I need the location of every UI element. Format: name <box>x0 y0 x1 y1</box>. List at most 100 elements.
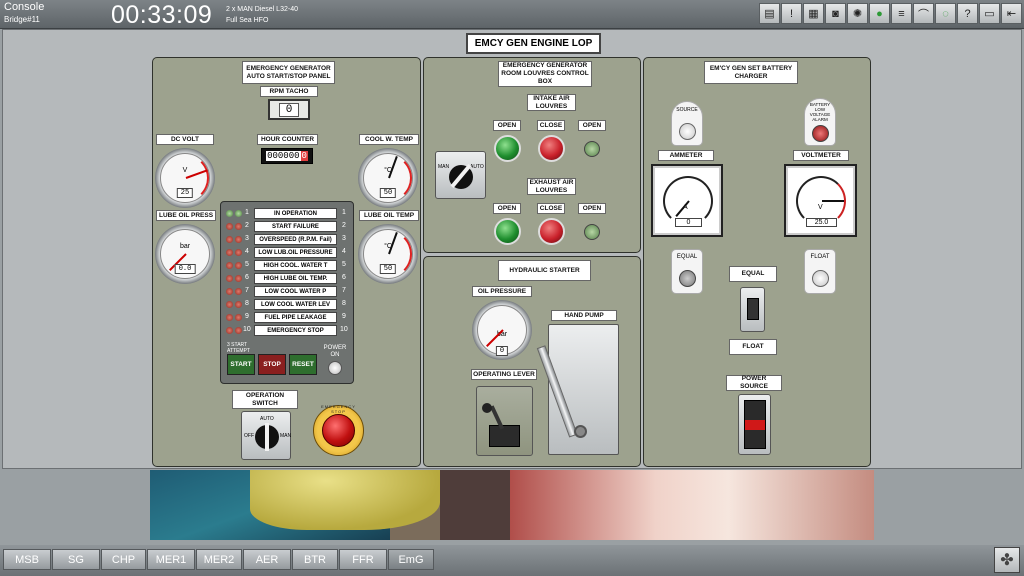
alarm-lamp <box>226 236 233 243</box>
float-lamp-holder: FLOAT <box>804 249 836 294</box>
bottom-bar: MSB SG CHP MER1 MER2 AER BTR FFR EmG ✤ <box>0 545 1024 576</box>
alarm-row: 7 LOW COOL WATER P 7 <box>221 286 355 298</box>
hand-pump-label: HAND PUMP <box>551 310 617 321</box>
stop-button[interactable]: STOP <box>258 354 286 375</box>
help-icon[interactable]: ? <box>957 3 978 24</box>
tab-emg[interactable]: EmG <box>388 549 434 570</box>
exhaust-louvres-label: EXHAUST AIR LOUVRES <box>527 178 576 195</box>
start-button[interactable]: START <box>227 354 255 375</box>
equal-lamp-holder: EQUAL <box>671 249 703 294</box>
auto-label: AUTO <box>470 164 484 170</box>
alarm-lamp <box>235 249 242 256</box>
alarm-text: LOW COOL WATER P <box>254 286 337 297</box>
hour-counter-display: 000000 0 <box>261 148 313 164</box>
operation-switch-label: OPERATION SWITCH <box>232 390 298 409</box>
alarm-row: 8 LOW COOL WATER LEV 8 <box>221 299 355 311</box>
menu-icon[interactable]: ▤ <box>759 3 780 24</box>
camera-icon[interactable]: ◙ <box>825 3 846 24</box>
alarm-row: 5 HIGH COOL. WATER T 5 <box>221 260 355 272</box>
ammeter: A 0 <box>651 164 723 237</box>
alarm-list-icon[interactable]: ! <box>781 3 802 24</box>
tab-sg[interactable]: SG <box>52 549 100 570</box>
alarm-num-right: 9 <box>342 313 346 320</box>
alarm-lamp <box>235 262 242 269</box>
alarm-lamp <box>235 301 242 308</box>
chat-icon[interactable]: ◌ <box>935 3 956 24</box>
alarm-num: 1 <box>245 209 249 216</box>
emergency-stop-button[interactable] <box>322 414 355 447</box>
op-auto-label: AUTO <box>260 416 274 422</box>
tab-mer1[interactable]: MER1 <box>147 549 195 570</box>
lube-temp-value: 50 <box>379 264 397 275</box>
hour-counter-label: HOUR COUNTER <box>257 134 318 145</box>
alarm-text: LOW COOL WATER LEV <box>254 299 337 310</box>
app-title: Console <box>4 1 45 13</box>
intake-open-indicator-label: OPEN <box>578 120 606 131</box>
exhaust-open-button[interactable] <box>494 218 521 245</box>
lube-press-unit: bar <box>179 243 191 251</box>
power-source-label: POWER SOURCE <box>726 375 782 391</box>
camera-view <box>150 470 874 540</box>
alarm-num-right: 2 <box>342 222 346 229</box>
hand-pump[interactable] <box>536 324 619 455</box>
camera-view-dark-area <box>440 470 520 540</box>
rpm-display: 0 <box>268 99 310 120</box>
dc-volt-value: 25 <box>176 188 194 199</box>
cool-water-temp-label: COOL W. TEMP <box>359 134 419 145</box>
tab-msb[interactable]: MSB <box>3 549 51 570</box>
lube-oil-press-gauge: bar 0.0 <box>155 224 215 284</box>
top-bar: Console Bridge#11 00:33:09 2 x MAN Diese… <box>0 0 1024 29</box>
alarm-lamp <box>226 314 233 321</box>
alarm-lamp <box>235 210 242 217</box>
fan-view-icon[interactable]: ✤ <box>994 547 1020 573</box>
operating-lever[interactable] <box>476 386 533 456</box>
camera-view-yellow-object <box>250 470 440 530</box>
equal-switch-label: EQUAL <box>729 266 777 282</box>
louvre-mode-switch[interactable]: MAN AUTO <box>435 151 486 199</box>
tab-aer[interactable]: AER <box>243 549 291 570</box>
sim-clock: 00:33:09 <box>111 1 213 29</box>
exhaust-close-button[interactable] <box>538 218 565 245</box>
alarm-row: 9 FUEL PIPE LEAKAGE 9 <box>221 312 355 324</box>
power-source-switch[interactable] <box>738 394 771 455</box>
tab-mer2[interactable]: MER2 <box>196 549 242 570</box>
alarm-num: 2 <box>245 222 249 229</box>
operation-switch[interactable]: AUTO OFF MAN <box>241 411 291 460</box>
auto-start-panel-title: EMERGENCY GENERATOR AUTO START/STOP PANE… <box>242 61 335 84</box>
voltmeter-value: 25.0 <box>806 218 837 227</box>
alarm-num: 8 <box>245 300 249 307</box>
alarm-annunciator: 1 IN OPERATION 1 2 START FAILURE 2 3 OVE… <box>220 201 354 384</box>
voltmeter-label: VOLTMETER <box>793 150 849 161</box>
tab-ffr[interactable]: FFR <box>339 549 387 570</box>
fan-icon[interactable]: ✺ <box>847 3 868 24</box>
tab-btr[interactable]: BTR <box>292 549 338 570</box>
alarm-lamp <box>235 275 242 282</box>
intake-open-button[interactable] <box>494 135 521 162</box>
equal-lamp <box>679 270 696 287</box>
exit-icon[interactable]: ⇤ <box>1001 3 1022 24</box>
equal-float-switch[interactable] <box>740 287 765 332</box>
print-icon[interactable]: ▦ <box>803 3 824 24</box>
intake-louvres-label: INTAKE AIR LOUVRES <box>527 94 576 111</box>
alarm-text: EMERGENCY STOP <box>254 325 337 336</box>
dc-volt-unit: V <box>182 167 188 175</box>
alarm-row: 3 OVERSPEED (R.P.M. Fail) 3 <box>221 234 355 246</box>
battery-alarm-label: BATTERY LOW VOLTAGE ALARM <box>809 102 831 122</box>
operation-switch-pointer <box>265 423 269 451</box>
emergency-stop-text: EMERGENCY STOP <box>321 404 356 414</box>
alarm-lamp <box>235 223 242 230</box>
alarm-text: IN OPERATION <box>254 208 337 219</box>
power-on-lamp <box>328 361 342 375</box>
alarm-lamp <box>226 275 233 282</box>
alarm-lamp <box>235 314 242 321</box>
tab-chp[interactable]: CHP <box>101 549 146 570</box>
alarm-num-right: 10 <box>340 326 348 333</box>
intake-close-button[interactable] <box>538 135 565 162</box>
printer-icon[interactable]: ▭ <box>979 3 1000 24</box>
chart-icon[interactable]: ⌒ <box>913 3 934 24</box>
green-indicator-icon[interactable]: ● <box>869 3 890 24</box>
sheet-icon[interactable]: ≡ <box>891 3 912 24</box>
alarm-num: 5 <box>245 261 249 268</box>
reset-button[interactable]: RESET <box>289 354 317 375</box>
alarm-num: 10 <box>243 326 251 333</box>
